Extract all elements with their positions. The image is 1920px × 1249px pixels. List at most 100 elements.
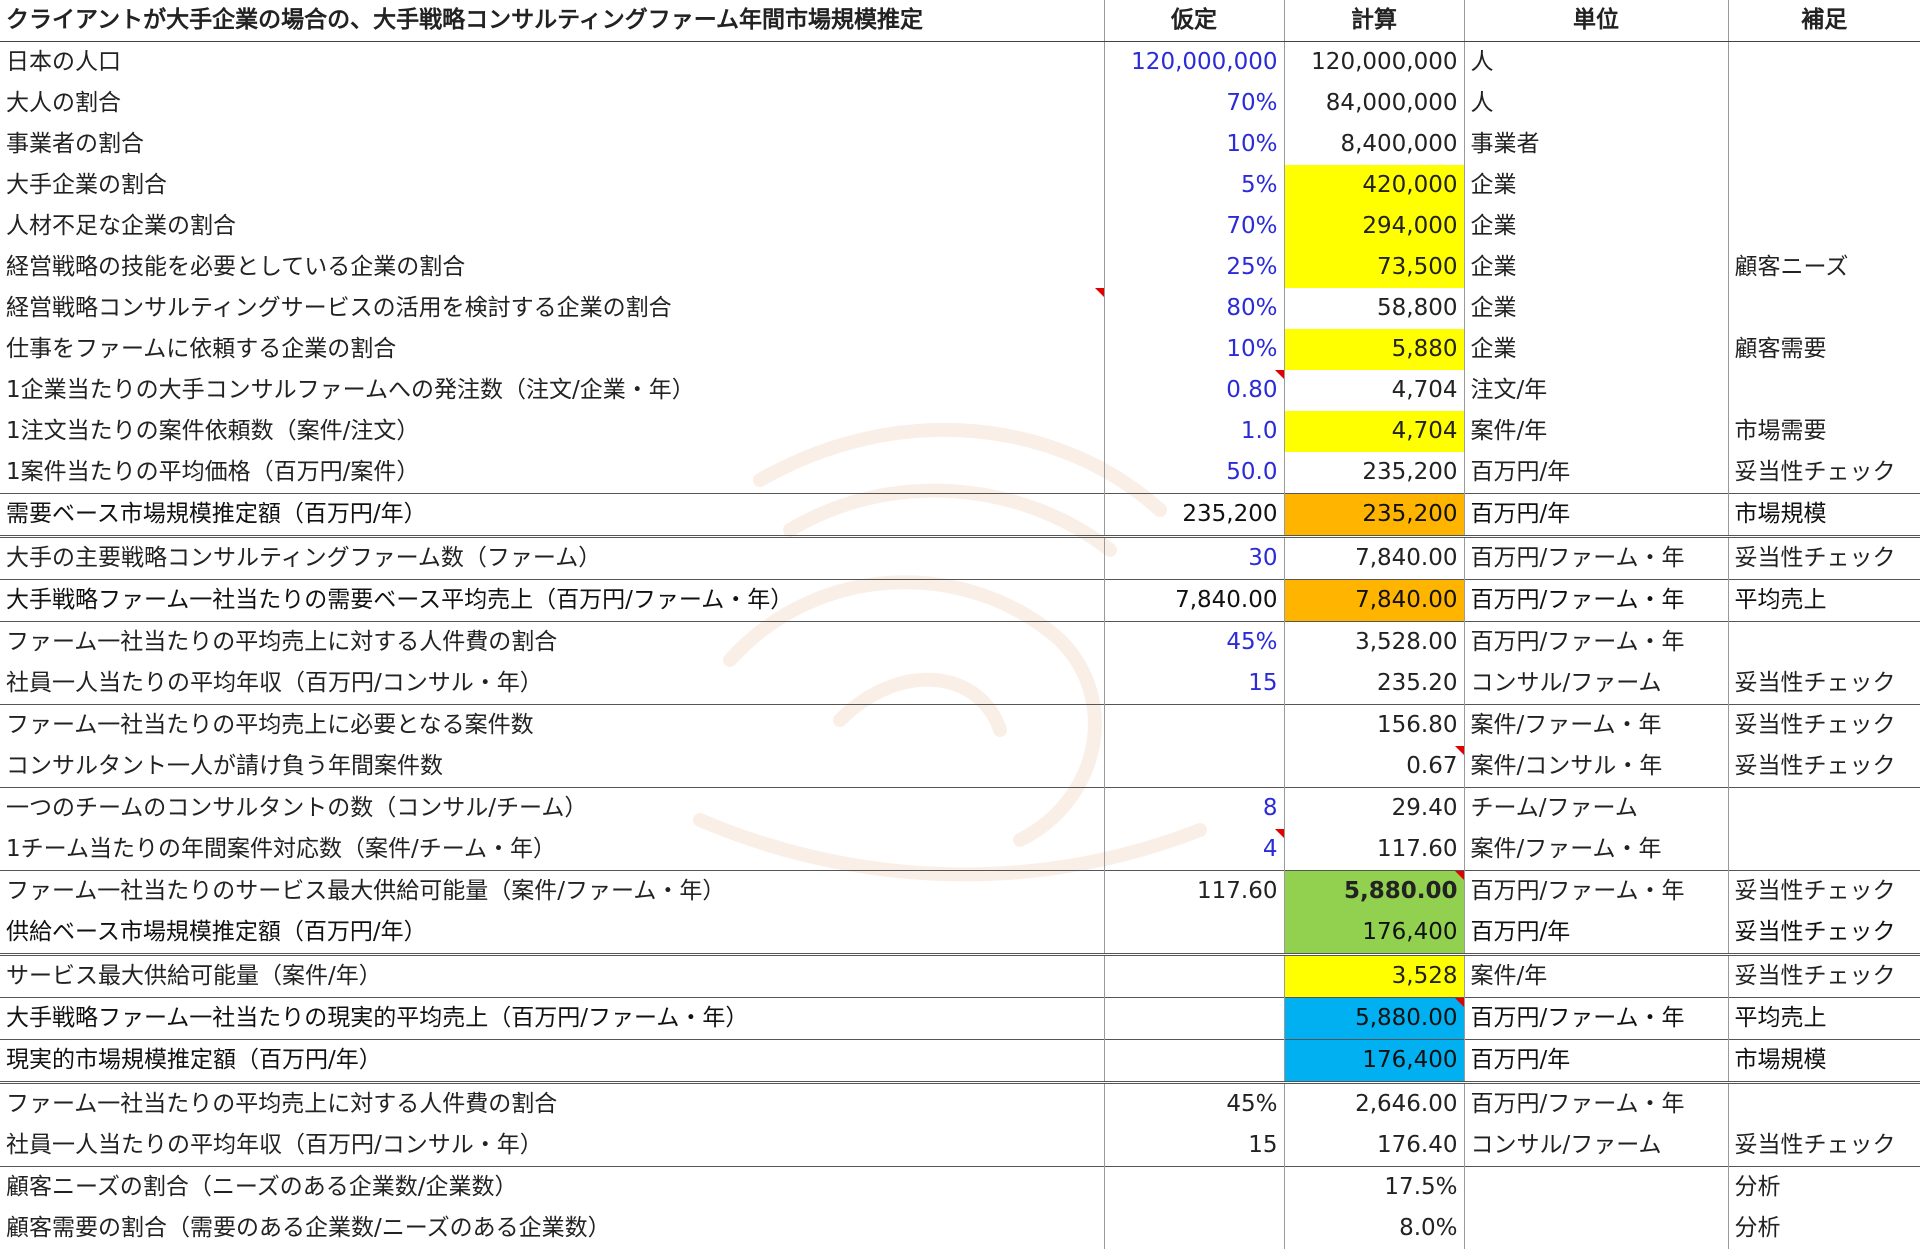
cell-calc[interactable]: 235.20: [1283, 663, 1464, 705]
cell-unit[interactable]: 案件/コンサル・年: [1463, 746, 1728, 788]
cell-label[interactable]: 需要ベース市場規模推定額（百万円/年）: [0, 493, 1104, 537]
header-title[interactable]: クライアントが大手企業の場合の、大手戦略コンサルティングファーム年間市場規模推定: [0, 0, 1104, 42]
cell-calc[interactable]: 156.80: [1283, 704, 1464, 746]
cell-label[interactable]: 1注文当たりの案件依頼数（案件/注文）: [0, 411, 1104, 452]
cell-assumption[interactable]: 235,200: [1103, 493, 1284, 537]
cell-assumption[interactable]: 0.80: [1103, 370, 1284, 411]
cell-note[interactable]: [1727, 124, 1920, 165]
cell-calc[interactable]: 73,500: [1283, 247, 1464, 288]
cell-calc[interactable]: 17.5%: [1283, 1166, 1464, 1208]
cell-calc[interactable]: 29.40: [1283, 787, 1464, 829]
cell-note[interactable]: [1727, 621, 1920, 663]
cell-calc[interactable]: 84,000,000: [1283, 83, 1464, 124]
cell-calc[interactable]: 176,400: [1283, 1039, 1464, 1083]
header-note[interactable]: 補足: [1727, 0, 1920, 42]
cell-note[interactable]: 顧客ニーズ: [1727, 247, 1920, 288]
cell-label[interactable]: 顧客ニーズの割合（ニーズのある企業数/企業数）: [0, 1166, 1104, 1208]
cell-calc[interactable]: 117.60: [1283, 829, 1464, 871]
cell-assumption[interactable]: 30: [1103, 535, 1284, 580]
cell-note[interactable]: 妥当性チェック: [1727, 452, 1920, 494]
cell-label[interactable]: 人材不足な企業の割合: [0, 206, 1104, 247]
cell-note[interactable]: 市場規模: [1727, 493, 1920, 537]
cell-label[interactable]: 供給ベース市場規模推定額（百万円/年）: [0, 912, 1104, 955]
cell-assumption[interactable]: 15: [1103, 663, 1284, 705]
cell-unit[interactable]: 案件/ファーム・年: [1463, 704, 1728, 746]
cell-label[interactable]: コンサルタント一人が請け負う年間案件数: [0, 746, 1104, 788]
cell-calc[interactable]: 4,704: [1283, 370, 1464, 411]
cell-label[interactable]: 経営戦略コンサルティングサービスの活用を検討する企業の割合: [0, 288, 1104, 329]
cell-calc[interactable]: 120,000,000: [1283, 41, 1464, 83]
cell-assumption[interactable]: 45%: [1103, 621, 1284, 663]
cell-unit[interactable]: 企業: [1463, 329, 1728, 370]
cell-assumption[interactable]: 117.60: [1103, 870, 1284, 912]
cell-note[interactable]: [1727, 787, 1920, 829]
cell-unit[interactable]: 百万円/ファーム・年: [1463, 870, 1728, 912]
cell-calc[interactable]: 5,880.00: [1283, 870, 1464, 912]
cell-note[interactable]: 妥当性チェック: [1727, 663, 1920, 705]
cell-note[interactable]: 顧客需要: [1727, 329, 1920, 370]
cell-assumption[interactable]: 4: [1103, 829, 1284, 871]
cell-assumption[interactable]: 5%: [1103, 165, 1284, 206]
cell-note[interactable]: 平均売上: [1727, 579, 1920, 622]
cell-unit[interactable]: 案件/年: [1463, 411, 1728, 452]
cell-note[interactable]: 妥当性チェック: [1727, 912, 1920, 955]
cell-assumption[interactable]: [1103, 704, 1284, 746]
cell-assumption[interactable]: 80%: [1103, 288, 1284, 329]
cell-label[interactable]: 大手戦略ファーム一社当たりの需要ベース平均売上（百万円/ファーム・年）: [0, 579, 1104, 622]
cell-label[interactable]: サービス最大供給可能量（案件/年）: [0, 953, 1104, 998]
cell-label[interactable]: 1チーム当たりの年間案件対応数（案件/チーム・年）: [0, 829, 1104, 871]
cell-calc[interactable]: 235,200: [1283, 493, 1464, 537]
cell-assumption[interactable]: 70%: [1103, 206, 1284, 247]
cell-unit[interactable]: 企業: [1463, 247, 1728, 288]
cell-unit[interactable]: 企業: [1463, 288, 1728, 329]
cell-unit[interactable]: 百万円/ファーム・年: [1463, 579, 1728, 622]
cell-assumption[interactable]: 1.0: [1103, 411, 1284, 452]
cell-unit[interactable]: 注文/年: [1463, 370, 1728, 411]
cell-note[interactable]: 妥当性チェック: [1727, 1125, 1920, 1167]
cell-note[interactable]: 市場規模: [1727, 1039, 1920, 1083]
cell-assumption[interactable]: 15: [1103, 1125, 1284, 1167]
cell-unit[interactable]: 百万円/年: [1463, 452, 1728, 494]
cell-calc[interactable]: 0.67: [1283, 746, 1464, 788]
cell-unit[interactable]: 人: [1463, 83, 1728, 124]
cell-calc[interactable]: 5,880.00: [1283, 997, 1464, 1040]
cell-label[interactable]: 社員一人当たりの平均年収（百万円/コンサル・年）: [0, 1125, 1104, 1167]
cell-note[interactable]: 妥当性チェック: [1727, 746, 1920, 788]
cell-note[interactable]: [1727, 165, 1920, 206]
cell-assumption[interactable]: 50.0: [1103, 452, 1284, 494]
cell-assumption[interactable]: [1103, 912, 1284, 955]
cell-label[interactable]: 現実的市場規模推定額（百万円/年）: [0, 1039, 1104, 1083]
cell-note[interactable]: 妥当性チェック: [1727, 704, 1920, 746]
cell-unit[interactable]: 百万円/年: [1463, 912, 1728, 955]
cell-label[interactable]: 事業者の割合: [0, 124, 1104, 165]
cell-calc[interactable]: 4,704: [1283, 411, 1464, 452]
cell-label[interactable]: 日本の人口: [0, 42, 1104, 84]
cell-label[interactable]: 大手企業の割合: [0, 165, 1104, 206]
cell-unit[interactable]: 百万円/ファーム・年: [1463, 621, 1728, 663]
cell-assumption[interactable]: 70%: [1103, 83, 1284, 124]
cell-assumption[interactable]: [1103, 953, 1284, 998]
cell-note[interactable]: [1727, 41, 1920, 83]
header-calc[interactable]: 計算: [1283, 0, 1464, 42]
cell-note[interactable]: [1727, 206, 1920, 247]
cell-note[interactable]: [1727, 370, 1920, 411]
cell-calc[interactable]: 8.0%: [1283, 1208, 1464, 1249]
cell-unit[interactable]: コンサル/ファーム: [1463, 1125, 1728, 1167]
cell-assumption[interactable]: 45%: [1103, 1081, 1284, 1125]
cell-note[interactable]: 妥当性チェック: [1727, 870, 1920, 912]
cell-unit[interactable]: 企業: [1463, 206, 1728, 247]
cell-unit[interactable]: 案件/ファーム・年: [1463, 829, 1728, 871]
cell-label[interactable]: 一つのチームのコンサルタントの数（コンサル/チーム）: [0, 787, 1104, 829]
cell-label[interactable]: 顧客需要の割合（需要のある企業数/ニーズのある企業数）: [0, 1208, 1104, 1249]
cell-calc[interactable]: 7,840.00: [1283, 535, 1464, 580]
cell-calc[interactable]: 235,200: [1283, 452, 1464, 494]
cell-assumption[interactable]: 8: [1103, 787, 1284, 829]
cell-note[interactable]: 平均売上: [1727, 997, 1920, 1040]
header-unit[interactable]: 単位: [1463, 0, 1728, 42]
cell-calc[interactable]: 8,400,000: [1283, 124, 1464, 165]
cell-assumption[interactable]: 120,000,000: [1103, 41, 1284, 83]
cell-label[interactable]: 社員一人当たりの平均年収（百万円/コンサル・年）: [0, 663, 1104, 705]
cell-unit[interactable]: 百万円/ファーム・年: [1463, 997, 1728, 1040]
cell-note[interactable]: 妥当性チェック: [1727, 953, 1920, 998]
cell-note[interactable]: [1727, 1081, 1920, 1125]
